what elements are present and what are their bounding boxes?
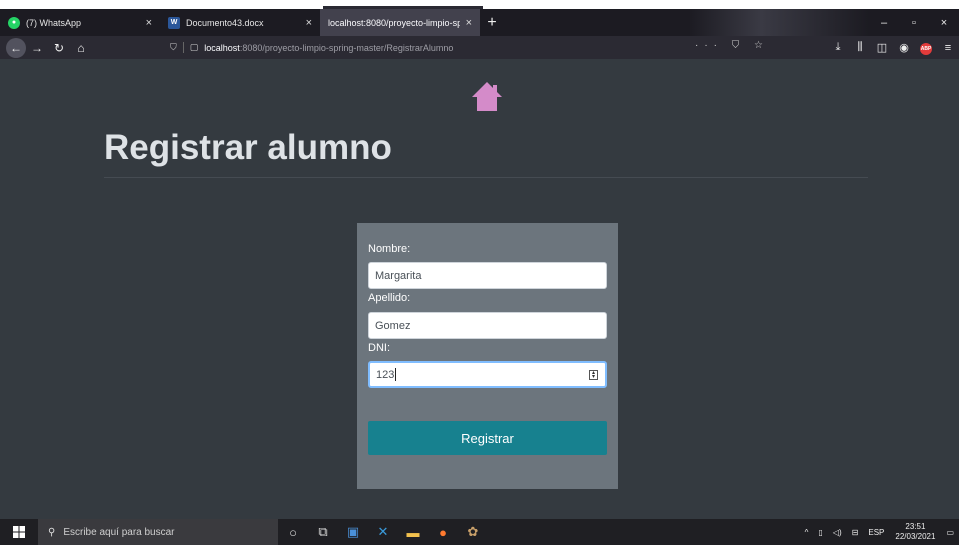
tab-localhost[interactable]: localhost:8080/proyecto-limpio-sp × — [320, 9, 480, 36]
vscode-icon[interactable]: ✕ — [368, 519, 398, 545]
close-tab-icon[interactable]: × — [146, 17, 152, 29]
url-actions-icons[interactable]: ··· ⛉ ☆ — [695, 40, 769, 51]
taskbar-search[interactable]: ⚲ Escribe aquí para buscar — [38, 519, 278, 545]
file-explorer-icon[interactable]: ▬ — [398, 519, 428, 545]
dni-value: 123 — [376, 368, 395, 381]
divider — [104, 177, 868, 178]
download-icon[interactable]: ⤓ — [827, 41, 849, 54]
toolbar-icons: ⤓ ⫼ ◫ ◉ ABP ≡ — [827, 36, 959, 59]
firefox-icon[interactable]: ● — [428, 519, 458, 545]
whatsapp-icon: ● — [8, 16, 20, 29]
clock[interactable]: 23:51 22/03/2021 — [895, 522, 935, 542]
register-form: Nombre: Margarita Apellido: Gomez DNI: 1… — [357, 223, 618, 489]
dni-label: DNI: — [368, 342, 390, 354]
tab-bar: ● (7) WhatsApp × W Documento43.docx × lo… — [0, 9, 959, 36]
tab-whatsapp[interactable]: ● (7) WhatsApp × — [0, 9, 160, 36]
nombre-label: Nombre: — [368, 243, 411, 255]
account-icon[interactable]: ◉ — [893, 41, 915, 54]
page-content: Registrar alumno Nombre: Margarita Apell… — [0, 59, 959, 519]
nav-bar: ← → ↻ ⌂ ⛉ ▢ localhost:8080/proyecto-limp… — [0, 36, 959, 59]
network-icon[interactable]: ⊟ — [852, 528, 859, 537]
maximize-button[interactable]: ▫ — [899, 9, 929, 36]
new-tab-button[interactable]: + — [480, 9, 504, 36]
sidebar-icon[interactable]: ◫ — [871, 41, 893, 54]
tab-label: (7) WhatsApp — [26, 17, 82, 28]
tab-label: Documento43.docx — [186, 17, 264, 28]
apellido-input[interactable]: Gomez — [368, 312, 607, 339]
taskbar: ⚲ Escribe aquí para buscar ○ ⧉ ▣ ✕ ▬ ● ✿… — [0, 519, 959, 545]
top-strip — [0, 0, 959, 9]
page-info-icon[interactable]: ▢ — [182, 42, 198, 53]
clock-date: 22/03/2021 — [895, 532, 936, 541]
cortana-icon[interactable]: ○ — [278, 519, 308, 545]
shield-icon[interactable]: ⛉ — [170, 42, 177, 53]
tab-documento[interactable]: W Documento43.docx × — [160, 9, 320, 36]
number-spinner-icon[interactable]: ▴ ▾ — [589, 370, 598, 380]
back-button[interactable]: ← — [6, 37, 26, 58]
windows-start-icon[interactable] — [0, 526, 38, 538]
tab-label: localhost:8080/proyecto-limpio-sp — [328, 17, 460, 28]
volume-icon[interactable]: ◁) — [833, 528, 842, 537]
app-icon-1[interactable]: ▣ — [338, 519, 368, 545]
library-icon[interactable]: ⫼ — [849, 41, 871, 54]
app-icon-2[interactable]: ✿ — [458, 519, 488, 545]
forward-button[interactable]: → — [26, 36, 48, 59]
search-icon: ⚲ — [48, 526, 56, 538]
system-tray: ^ ▯ ◁) ⊟ ESP 23:51 22/03/2021 ▭ — [800, 519, 959, 545]
minimize-button[interactable]: – — [869, 9, 899, 36]
home-icon[interactable] — [470, 80, 504, 114]
search-placeholder: Escribe aquí para buscar — [63, 526, 175, 538]
text-caret — [395, 368, 397, 381]
home-button[interactable]: ⌂ — [70, 36, 92, 59]
battery-icon[interactable]: ▯ — [818, 528, 822, 537]
close-window-button[interactable]: × — [929, 9, 959, 36]
notifications-icon[interactable]: ▭ — [946, 528, 954, 537]
close-tab-icon[interactable]: × — [466, 17, 472, 29]
theme-artwork — [689, 9, 869, 36]
url-path: :8080/proyecto-limpio-spring-master/Regi… — [239, 42, 454, 53]
url-bar[interactable]: ⛉ ▢ localhost:8080/proyecto-limpio-sprin… — [170, 39, 760, 56]
menu-icon[interactable]: ≡ — [937, 42, 959, 54]
clock-time: 23:51 — [905, 522, 926, 531]
nombre-input[interactable]: Margarita — [368, 262, 607, 289]
url-host: localhost — [204, 42, 240, 53]
reload-button[interactable]: ↻ — [48, 36, 70, 59]
chevron-up-icon[interactable]: ^ — [805, 528, 809, 537]
close-tab-icon[interactable]: × — [306, 17, 312, 29]
task-view-icon[interactable]: ⧉ — [308, 519, 338, 545]
window-controls: – ▫ × — [869, 9, 959, 36]
word-icon: W — [168, 16, 180, 29]
dni-input[interactable]: 123 ▴ ▾ — [368, 361, 607, 388]
language-indicator[interactable]: ESP — [868, 528, 884, 537]
registrar-button[interactable]: Registrar — [368, 421, 607, 455]
apellido-label: Apellido: — [368, 292, 411, 304]
page-title: Registrar alumno — [104, 128, 392, 167]
adblock-icon[interactable]: ABP — [920, 42, 932, 55]
